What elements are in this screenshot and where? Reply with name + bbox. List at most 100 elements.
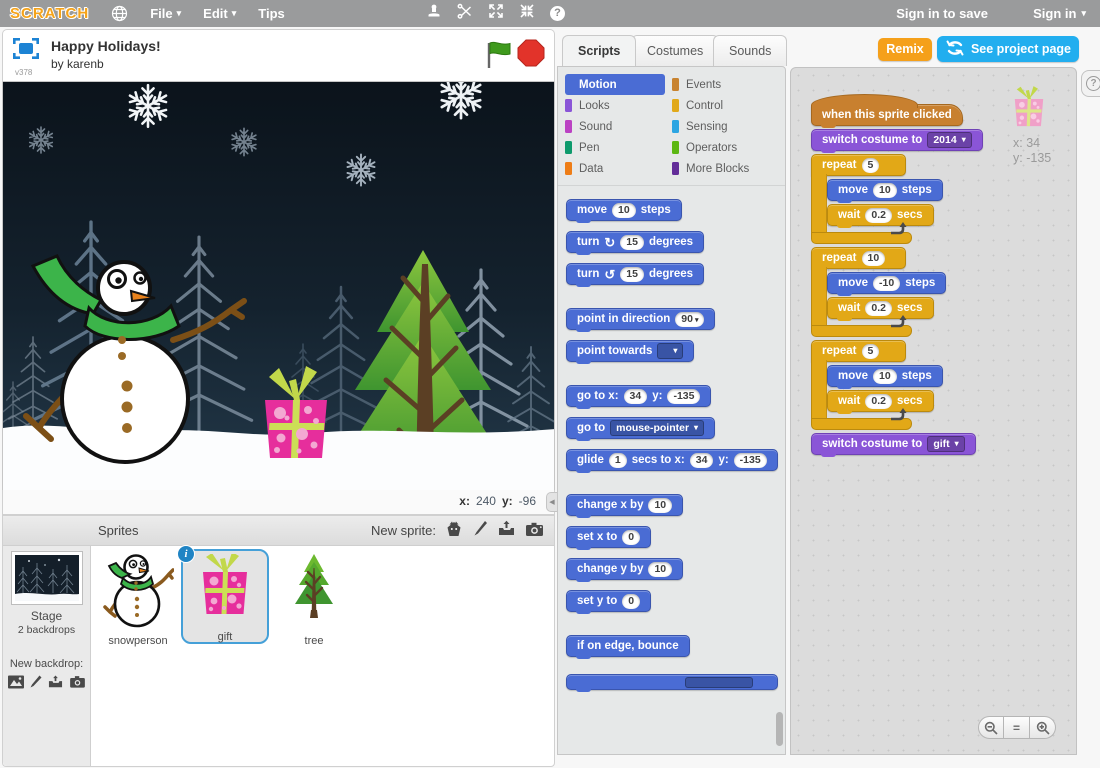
- tab-scripts[interactable]: Scripts: [562, 35, 636, 66]
- stage-name[interactable]: Stage: [3, 609, 90, 623]
- palette-block-turn-ccw[interactable]: turn↺15degrees: [566, 263, 704, 285]
- category-motion[interactable]: Motion: [565, 74, 665, 95]
- dropdown-caret-icon: ▾: [695, 317, 699, 324]
- sprite-coordinates: x: 34 y: -135: [1013, 136, 1051, 166]
- sprite-tile-tree[interactable]: tree: [275, 552, 353, 647]
- loop-arrow-icon: [889, 314, 907, 333]
- category-selector: Motion Looks Sound Pen Data Events Contr…: [558, 67, 785, 179]
- script-block-repeat-10[interactable]: repeat10 move-10steps wait0.2secs: [811, 247, 946, 337]
- fullscreen-icon[interactable]: [13, 38, 39, 64]
- scratch-logo[interactable]: SCRATCH: [10, 5, 89, 22]
- menu-edit[interactable]: Edit▾: [203, 6, 236, 21]
- menu-caret-icon: ▾: [177, 9, 182, 18]
- palette-scrollbar-thumb[interactable]: [776, 712, 783, 746]
- script-block-wait[interactable]: wait0.2secs: [827, 390, 934, 412]
- palette-block-set-y[interactable]: set y to0: [566, 590, 651, 612]
- palette-block-change-x[interactable]: change x by10: [566, 494, 683, 516]
- sign-in-menu[interactable]: Sign in▾: [1033, 6, 1086, 21]
- tips-window-tab[interactable]: ?: [1081, 70, 1100, 97]
- remix-button[interactable]: Remix: [878, 38, 932, 61]
- sprite-name: snowperson: [99, 635, 177, 647]
- sign-in-to-save-link[interactable]: Sign in to save: [896, 6, 988, 21]
- tab-costumes[interactable]: Costumes: [631, 35, 719, 66]
- script-block-move-10[interactable]: move10steps: [827, 365, 943, 387]
- shrink-sprite-icon[interactable]: [519, 3, 535, 24]
- dropdown-caret-icon: ▾: [694, 424, 698, 432]
- scripts-workspace[interactable]: when this sprite clicked switch costume …: [790, 67, 1077, 755]
- script-block-switch-costume-2014[interactable]: switch costume to2014▾: [811, 129, 983, 151]
- sprite-tile-snowperson[interactable]: snowperson: [99, 552, 177, 647]
- palette-block-if-on-edge-bounce[interactable]: if on edge, bounce: [566, 635, 690, 657]
- upload-sprite-icon[interactable]: [497, 520, 516, 541]
- block-help-icon[interactable]: ?: [550, 6, 565, 21]
- camera-backdrop-icon[interactable]: [69, 675, 86, 694]
- delete-scissors-icon[interactable]: [457, 3, 473, 24]
- category-pen[interactable]: Pen: [565, 137, 672, 158]
- zoom-in-button[interactable]: [1030, 716, 1056, 739]
- help-icon: ?: [1086, 76, 1100, 91]
- menu-file[interactable]: File▾: [150, 6, 181, 21]
- upload-backdrop-icon[interactable]: [47, 675, 64, 694]
- stage-header: v378 Happy Holidays! by karenb: [2, 29, 555, 82]
- sprite-info-icon[interactable]: i: [177, 545, 195, 563]
- new-sprite-label: New sprite:: [371, 523, 436, 538]
- tab-sounds[interactable]: Sounds: [713, 35, 787, 66]
- language-globe-icon[interactable]: [111, 5, 128, 22]
- category-operators[interactable]: Operators: [672, 137, 779, 158]
- block-palette: Motion Looks Sound Pen Data Events Contr…: [557, 66, 786, 755]
- backdrop-library-icon[interactable]: [8, 675, 24, 694]
- category-more-blocks[interactable]: More Blocks: [672, 158, 779, 179]
- stop-button[interactable]: [516, 38, 546, 73]
- script-block-move-10[interactable]: move10steps: [827, 179, 943, 201]
- new-sprite-library-icon[interactable]: [445, 520, 463, 541]
- palette-block-clipped[interactable]: [566, 674, 778, 690]
- script-block-repeat-5-a[interactable]: repeat5 move10steps wait0.2secs: [811, 154, 943, 244]
- script-block-repeat-5-b[interactable]: repeat5 move10steps wait0.2secs: [811, 340, 943, 430]
- script-block-move-neg10[interactable]: move-10steps: [827, 272, 946, 294]
- script-block-switch-costume-gift[interactable]: switch costume togift▾: [811, 433, 976, 455]
- sprite-tile-gift-selected[interactable]: i gift: [181, 549, 269, 644]
- menu-caret-icon: ▾: [232, 9, 237, 18]
- category-sound[interactable]: Sound: [565, 116, 672, 137]
- zoom-controls: =: [978, 716, 1056, 739]
- sprites-header: Sprites New sprite:: [3, 516, 554, 546]
- palette-block-go-to-mouse[interactable]: go tomouse-pointer▾: [566, 417, 715, 439]
- collapse-stage-arrow[interactable]: ◀: [546, 492, 557, 512]
- category-events[interactable]: Events: [672, 74, 779, 95]
- dropdown-caret-icon: ▾: [962, 136, 966, 144]
- zoom-out-button[interactable]: [978, 716, 1004, 739]
- duplicate-stamp-icon[interactable]: [426, 3, 442, 24]
- category-sensing[interactable]: Sensing: [672, 116, 779, 137]
- palette-block-go-to-xy[interactable]: go to x:34y:-135: [566, 385, 711, 407]
- stage-canvas[interactable]: [2, 82, 555, 490]
- top-menubar: SCRATCH File▾ Edit▾ Tips: [0, 0, 1100, 27]
- green-flag-button[interactable]: [484, 40, 512, 75]
- script-block-wait[interactable]: wait0.2secs: [827, 297, 934, 319]
- script-stack[interactable]: when this sprite clicked switch costume …: [811, 90, 983, 458]
- project-author: by karenb: [51, 57, 104, 71]
- palette-block-set-x[interactable]: set x to0: [566, 526, 651, 548]
- new-backdrop-label: New backdrop:: [3, 658, 90, 670]
- menu-tips[interactable]: Tips: [258, 6, 285, 21]
- category-data[interactable]: Data: [565, 158, 672, 179]
- palette-block-glide[interactable]: glide1secs to x:34y:-135: [566, 449, 778, 471]
- paint-new-sprite-icon[interactable]: [472, 520, 488, 541]
- paint-backdrop-icon[interactable]: [29, 675, 42, 694]
- palette-block-change-y[interactable]: change y by10: [566, 558, 683, 580]
- script-block-wait[interactable]: wait0.2secs: [827, 204, 934, 226]
- palette-block-point-towards[interactable]: point towards▾: [566, 340, 694, 362]
- palette-block-point-in-direction[interactable]: point in direction90▾: [566, 308, 715, 330]
- zoom-reset-button[interactable]: =: [1004, 716, 1030, 739]
- menu-caret-icon: ▾: [1081, 9, 1086, 18]
- see-project-page-button[interactable]: See project page: [937, 36, 1079, 62]
- loop-arrow-icon: [889, 407, 907, 426]
- grow-sprite-icon[interactable]: [488, 3, 504, 24]
- palette-block-move[interactable]: move10steps: [566, 199, 682, 221]
- script-block-when-sprite-clicked[interactable]: when this sprite clicked: [811, 104, 963, 126]
- swap-arrows-icon: [945, 40, 965, 59]
- palette-block-turn-cw[interactable]: turn↻15degrees: [566, 231, 704, 253]
- camera-sprite-icon[interactable]: [525, 521, 544, 540]
- category-control[interactable]: Control: [672, 95, 779, 116]
- category-looks[interactable]: Looks: [565, 95, 672, 116]
- stage-thumbnail[interactable]: [12, 552, 82, 604]
